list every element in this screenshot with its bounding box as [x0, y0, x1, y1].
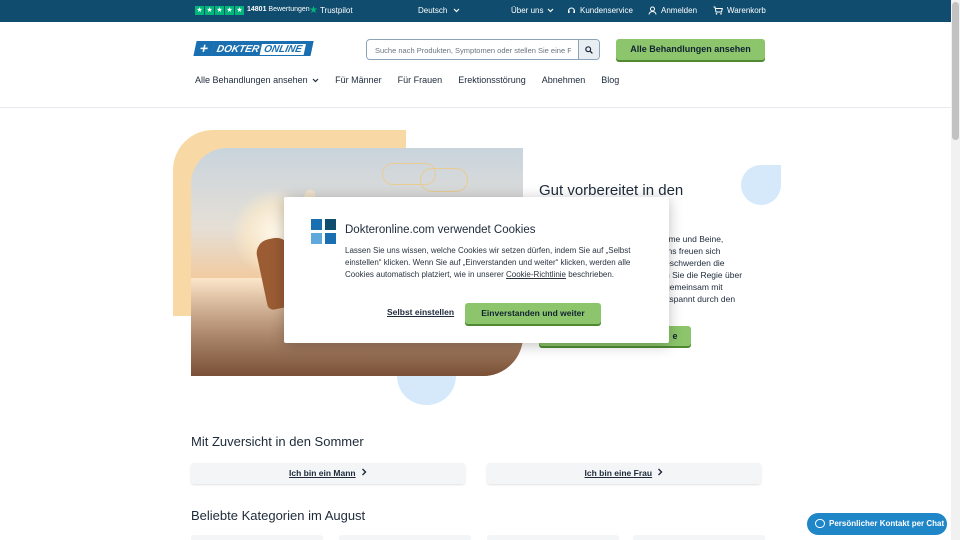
chat-bubble-icon	[815, 519, 825, 528]
site-header: + DOKTERONLINE Alle Behandlungen ansehen…	[0, 22, 951, 108]
categories-section-title: Beliebte Kategorien im August	[191, 508, 366, 523]
chevron-down-icon	[312, 78, 319, 83]
chevron-right-icon	[658, 468, 663, 476]
search-input[interactable]	[367, 41, 579, 59]
star-icon: ★	[215, 6, 224, 15]
all-treatments-button[interactable]: Alle Behandlungen ansehen	[616, 39, 765, 60]
accept-cookies-button[interactable]: Einverstanden und weiter	[465, 303, 601, 324]
about-link[interactable]: Über uns	[511, 6, 554, 15]
page-scrollbar[interactable]	[951, 0, 960, 540]
nav-item-blog[interactable]: Blog	[601, 75, 619, 85]
hero-decor-circle	[741, 165, 781, 205]
woman-choice-button[interactable]: Ich bin eine Frau	[487, 463, 761, 484]
customer-service-link[interactable]: Kundenservice	[567, 6, 633, 15]
cloud-decor	[420, 168, 468, 192]
nav-item-men[interactable]: Für Männer	[335, 75, 382, 85]
star-icon: ★	[225, 6, 234, 15]
star-icon: ★	[235, 6, 244, 15]
chevron-down-icon	[548, 8, 554, 13]
nav-item-weight-loss[interactable]: Abnehmen	[542, 75, 586, 85]
cookie-policy-link[interactable]: Cookie-Richtlinie	[506, 270, 566, 279]
cart-link[interactable]: Warenkorb	[713, 6, 766, 15]
scrollbar-thumb[interactable]	[952, 2, 959, 140]
summer-section-title: Mit Zuversicht in den Sommer	[191, 434, 364, 449]
cookie-logo-icon	[311, 219, 336, 244]
nav-item-all-treatments[interactable]: Alle Behandlungen ansehen	[195, 75, 319, 85]
logo-wordmark: DOKTER ONLINE	[211, 41, 314, 56]
category-card[interactable]	[191, 535, 323, 540]
nav-item-women[interactable]: Für Frauen	[398, 75, 443, 85]
customize-cookies-button[interactable]: Selbst einstellen	[387, 307, 454, 317]
category-card[interactable]	[339, 535, 471, 540]
man-choice-button[interactable]: Ich bin ein Mann	[191, 463, 465, 484]
trustpilot-star-icon: ★	[309, 5, 318, 16]
cookie-dialog-title: Dokteronline.com verwendet Cookies	[345, 224, 536, 236]
reviews-count[interactable]: 14801 Bewertungen	[247, 6, 310, 13]
star-icon: ★	[195, 6, 204, 15]
chevron-down-icon	[453, 8, 460, 13]
trustpilot-logo[interactable]: ★ Trustpilot	[309, 5, 353, 16]
cart-icon	[713, 6, 723, 15]
chat-button[interactable]: Persönlicher Kontakt per Chat	[807, 513, 947, 535]
site-logo[interactable]: + DOKTER ONLINE	[193, 40, 315, 56]
headset-icon	[568, 7, 575, 13]
hero-decor-shape-bottom	[397, 376, 456, 405]
main-nav: Alle Behandlungen ansehen Für Männer Für…	[195, 75, 619, 85]
search-bar	[366, 39, 600, 60]
top-bar: ★ ★ ★ ★ ★ 14801 Bewertungen ★ Trustpilot…	[0, 0, 951, 22]
chevron-right-icon	[361, 468, 367, 476]
category-card[interactable]	[487, 535, 619, 540]
language-selector[interactable]: Deutsch	[418, 6, 460, 15]
category-card[interactable]	[633, 535, 765, 540]
login-link[interactable]: Anmelden	[648, 6, 697, 15]
trustpilot-stars[interactable]: ★ ★ ★ ★ ★	[195, 6, 244, 15]
cookie-dialog-text: Lassen Sie uns wissen, welche Cookies wi…	[345, 246, 631, 279]
search-button[interactable]	[578, 40, 599, 59]
user-icon	[648, 6, 657, 15]
nav-item-erectile[interactable]: Erektionsstörung	[458, 75, 526, 85]
star-icon: ★	[205, 6, 214, 15]
search-icon	[585, 45, 593, 54]
cookie-dialog: Dokteronline.com verwendet Cookies Lasse…	[284, 197, 669, 343]
